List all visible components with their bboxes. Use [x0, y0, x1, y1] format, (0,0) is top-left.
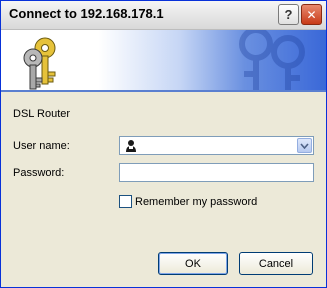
title-bar[interactable]: Connect to 192.168.178.1 ? ✕	[1, 1, 326, 30]
help-icon: ?	[284, 7, 293, 22]
username-combo[interactable]	[119, 136, 314, 155]
window-title: Connect to 192.168.178.1	[9, 6, 164, 21]
remember-password-checkbox[interactable]	[119, 195, 132, 208]
close-icon: ✕	[306, 7, 317, 22]
realm-text: DSL Router	[13, 108, 71, 120]
close-button[interactable]: ✕	[301, 4, 322, 25]
chevron-down-icon	[300, 142, 309, 149]
dialog-banner	[1, 30, 326, 90]
ok-button-label: OK	[185, 257, 201, 270]
username-label: User name:	[13, 140, 70, 152]
keys-icon	[23, 37, 56, 90]
cancel-button-label: Cancel	[258, 257, 294, 270]
user-icon	[126, 140, 136, 152]
password-label: Password:	[13, 167, 65, 179]
username-dropdown-button[interactable]	[297, 138, 312, 153]
cancel-button[interactable]: Cancel	[239, 252, 313, 275]
help-button[interactable]: ?	[278, 4, 299, 25]
password-field[interactable]	[119, 163, 314, 182]
keys-watermark-icon	[239, 30, 305, 90]
ok-button[interactable]: OK	[158, 252, 228, 275]
remember-password-label[interactable]: Remember my password	[135, 196, 257, 208]
login-dialog: Connect to 192.168.178.1 ? ✕ DSL Router …	[0, 0, 327, 288]
